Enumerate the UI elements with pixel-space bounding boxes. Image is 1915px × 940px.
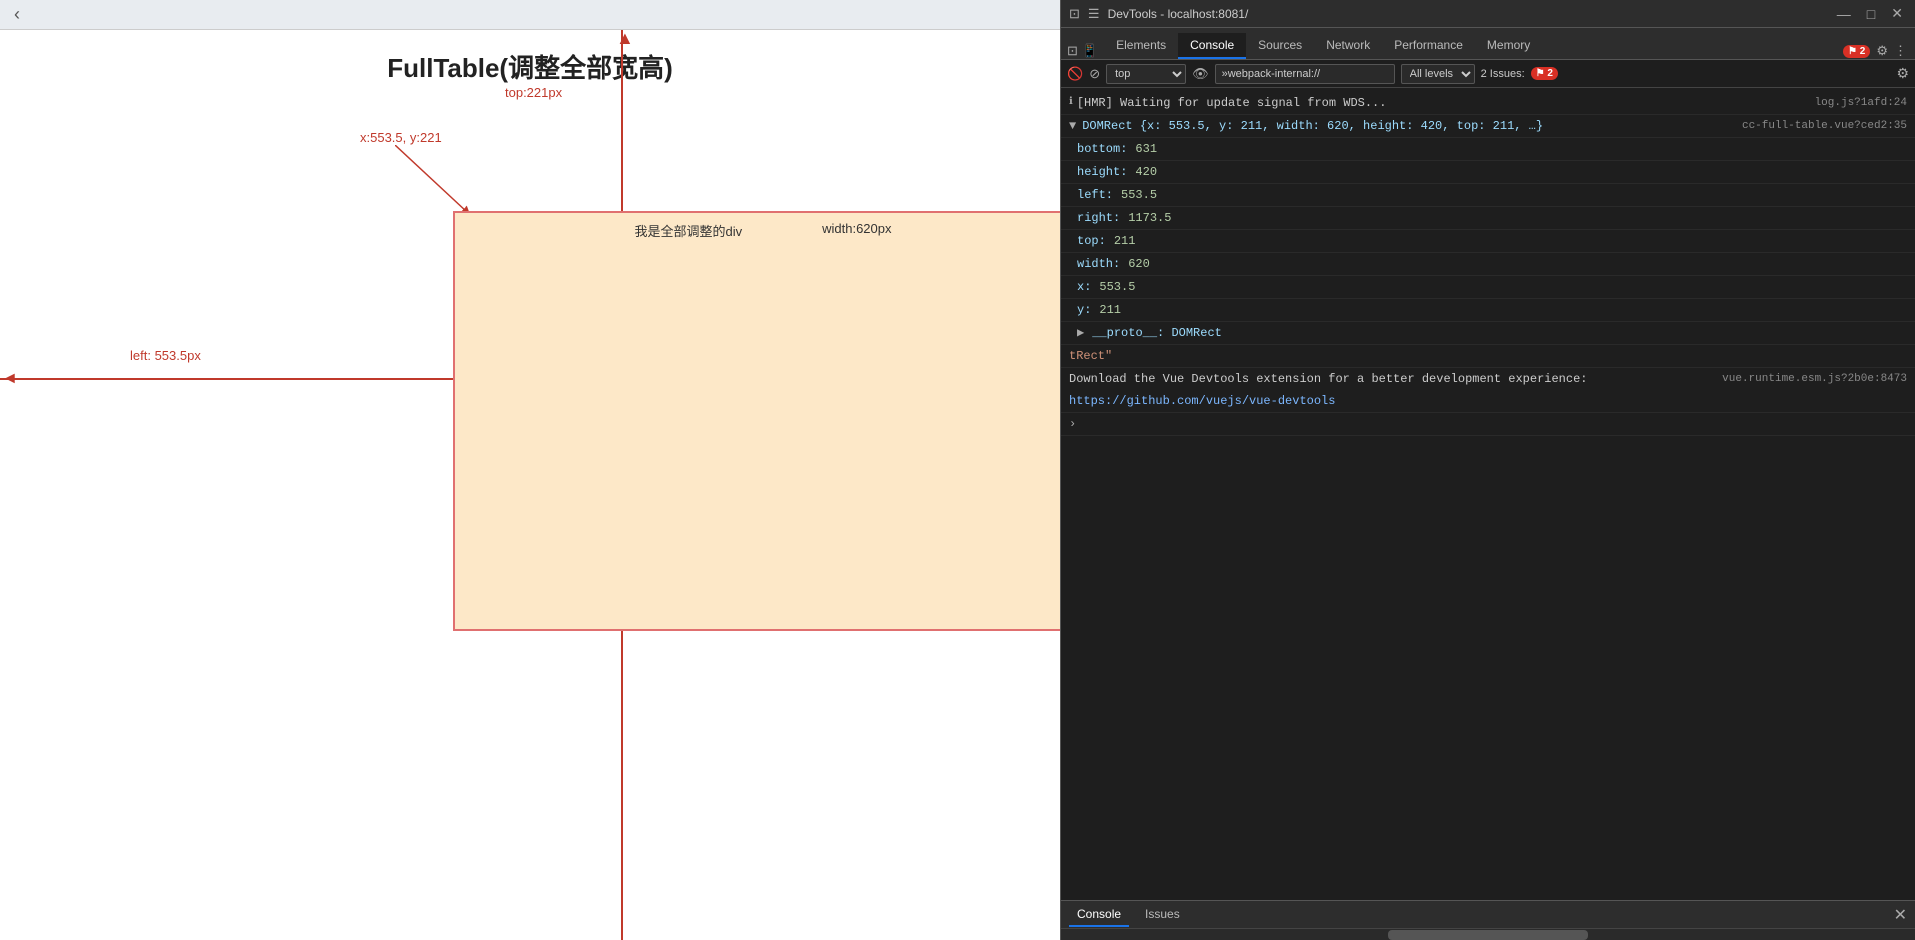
prop-y-key: y:	[1077, 301, 1091, 319]
close-button[interactable]: ✕	[1887, 5, 1907, 22]
xy-label: x:553.5, y:221	[360, 130, 442, 145]
restore-button[interactable]: □	[1863, 5, 1879, 22]
tab-network[interactable]: Network	[1314, 33, 1382, 59]
page-title: FullTable(调整全部宽高)	[0, 30, 1060, 85]
tab-elements[interactable]: Elements	[1104, 33, 1178, 59]
console-settings-icon[interactable]: ⚙	[1896, 65, 1909, 82]
prop-height-val: 420	[1135, 163, 1157, 181]
error-badge: ⚑ 2	[1843, 45, 1870, 58]
prop-bottom-key: bottom:	[1077, 140, 1127, 158]
left-measurement-line	[0, 378, 453, 380]
filter-input[interactable]	[1215, 64, 1395, 84]
clear-console-icon[interactable]: 🚫	[1067, 66, 1083, 82]
prop-right-key: right:	[1077, 209, 1120, 227]
console-prop-right: right: 1173.5	[1061, 207, 1915, 230]
hmr-text: [HMR] Waiting for update signal from WDS…	[1077, 94, 1387, 112]
prompt-symbol: ›	[1069, 415, 1076, 433]
settings-icon[interactable]: ⚙	[1876, 43, 1888, 59]
console-prop-y: y: 211	[1061, 299, 1915, 322]
prop-x-key: x:	[1077, 278, 1091, 296]
prop-width-val: 620	[1128, 255, 1150, 273]
domrect-source[interactable]: cc-full-table.vue?ced2:35	[1742, 117, 1907, 135]
devtools-device-icon[interactable]: ☰	[1088, 6, 1100, 22]
vue-devtools-link[interactable]: https://github.com/vuejs/vue-devtools	[1069, 394, 1335, 408]
devtools-titlebar: ⊡ ☰ DevTools - localhost:8081/ — □ ✕	[1061, 0, 1915, 28]
vue-source[interactable]: vue.runtime.esm.js?2b0e:8473	[1722, 370, 1907, 388]
devtools-tabs: ⊡ 📱 Elements Console Sources Network Per…	[1061, 28, 1915, 60]
console-prop-top: top: 211	[1061, 230, 1915, 253]
console-bottom-bar: Console Issues ✕	[1061, 900, 1915, 928]
page-content: FullTable(调整全部宽高) ▲ top:221px x:553.5, y…	[0, 30, 1060, 940]
tab-memory[interactable]: Memory	[1475, 33, 1542, 59]
context-select[interactable]: top	[1106, 64, 1186, 84]
devtools-panel: ⊡ ☰ DevTools - localhost:8081/ — □ ✕ ⊡ 📱…	[1060, 0, 1915, 940]
prop-top-key: top:	[1077, 232, 1106, 250]
bottom-tab-issues[interactable]: Issues	[1137, 903, 1188, 927]
console-prop-height: height: 420	[1061, 161, 1915, 184]
top-arrow-up: ▲	[616, 28, 634, 49]
trect-text: tRect"	[1069, 347, 1112, 365]
console-line-hmr: ℹ [HMR] Waiting for update signal from W…	[1061, 92, 1915, 115]
issues-label: 2 Issues:	[1481, 68, 1525, 80]
eye-icon[interactable]: 👁	[1192, 66, 1209, 82]
tab-performance[interactable]: Performance	[1382, 33, 1475, 59]
domrect-text: DOMRect {x: 553.5, y: 211, width: 620, h…	[1082, 117, 1543, 135]
prop-left-val: 553.5	[1121, 186, 1157, 204]
prop-proto-key: __proto__: DOMRect	[1092, 324, 1222, 342]
prop-left-key: left:	[1077, 186, 1113, 204]
console-output: ℹ [HMR] Waiting for update signal from W…	[1061, 88, 1915, 900]
top-label: top:221px	[505, 85, 562, 100]
left-arrow-icon: ◄	[2, 370, 18, 388]
prop-top-val: 211	[1114, 232, 1136, 250]
console-line-trect: tRect"	[1061, 345, 1915, 368]
browser-area: ‹ FullTable(调整全部宽高) ▲ top:221px x:553.5,…	[0, 0, 1060, 940]
issues-badge[interactable]: ⚑ 2	[1531, 67, 1558, 80]
box-inner-text: 我是全部调整的div	[634, 221, 742, 240]
inspect-element-icon[interactable]: ⊡	[1067, 43, 1078, 59]
back-button[interactable]: ‹	[8, 4, 26, 25]
top-measurement-line	[621, 30, 623, 211]
devtools-toolbar: 🚫 ⊘ top 👁 All levels 2 Issues: ⚑ 2 ⚙	[1061, 60, 1915, 88]
prop-width-key: width:	[1077, 255, 1120, 273]
console-prompt[interactable]: ›	[1061, 413, 1915, 436]
levels-select[interactable]: All levels	[1401, 64, 1475, 84]
console-prop-left: left: 553.5	[1061, 184, 1915, 207]
expand-proto-icon[interactable]: ▶	[1077, 324, 1084, 342]
tab-console[interactable]: Console	[1178, 33, 1246, 59]
hmr-source[interactable]: log.js?1afd:24	[1815, 94, 1907, 112]
prop-y-val: 211	[1099, 301, 1121, 319]
box-width-label: width:620px	[822, 221, 891, 240]
horizontal-scrollbar[interactable]	[1061, 928, 1915, 940]
expand-domrect-icon[interactable]: ▼	[1069, 117, 1076, 135]
close-console-button[interactable]: ✕	[1894, 905, 1907, 925]
console-prop-proto: ▶ __proto__: DOMRect	[1061, 322, 1915, 345]
prop-bottom-val: 631	[1135, 140, 1157, 158]
filter-icon[interactable]: ⊘	[1089, 66, 1100, 82]
console-prop-width: width: 620	[1061, 253, 1915, 276]
devtools-tab-icons: ⊡ 📱	[1061, 43, 1104, 59]
console-prop-bottom: bottom: 631	[1061, 138, 1915, 161]
minimize-button[interactable]: —	[1833, 5, 1855, 22]
top-nav: ‹	[0, 0, 1060, 30]
prop-right-val: 1173.5	[1128, 209, 1171, 227]
bottom-measurement-line	[621, 631, 623, 940]
console-line-domrect: ▼ DOMRect {x: 553.5, y: 211, width: 620,…	[1061, 115, 1915, 138]
console-prop-x: x: 553.5	[1061, 276, 1915, 299]
prop-x-val: 553.5	[1099, 278, 1135, 296]
devtools-inspect-icon[interactable]: ⊡	[1069, 6, 1080, 22]
console-line-vue: Download the Vue Devtools extension for …	[1061, 368, 1915, 413]
tab-sources[interactable]: Sources	[1246, 33, 1314, 59]
left-label: left: 553.5px	[130, 348, 201, 363]
vue-devtools-text: Download the Vue Devtools extension for …	[1069, 370, 1587, 388]
xy-arrow	[395, 145, 475, 220]
highlight-box: 我是全部调整的div width:620px	[453, 211, 1060, 631]
window-controls: — □ ✕	[1833, 5, 1907, 22]
devtools-title: DevTools - localhost:8081/	[1108, 7, 1825, 21]
bottom-tab-console[interactable]: Console	[1069, 903, 1129, 927]
responsive-icon[interactable]: 📱	[1082, 43, 1098, 59]
box-labels: 我是全部调整的div width:620px	[634, 221, 891, 240]
prop-height-key: height:	[1077, 163, 1127, 181]
more-icon[interactable]: ⋮	[1894, 43, 1907, 59]
